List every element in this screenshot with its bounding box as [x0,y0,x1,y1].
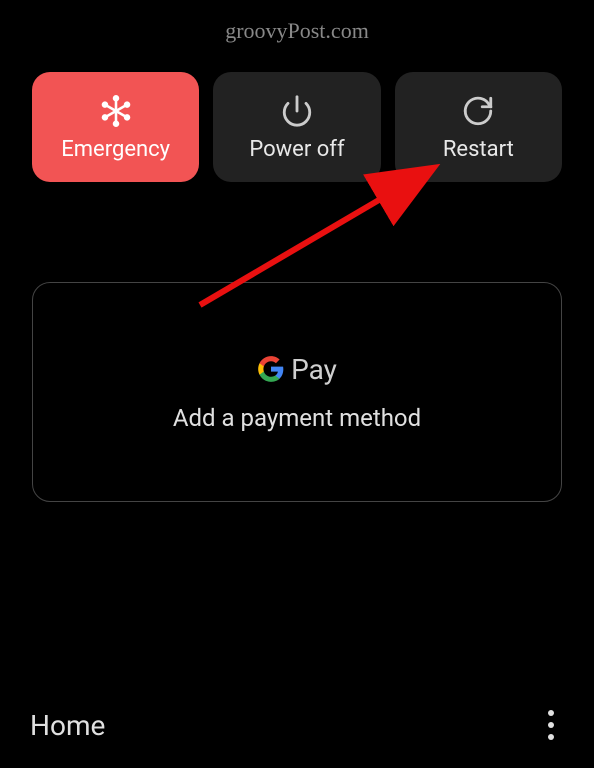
emergency-icon [99,93,133,129]
gpay-brand-text: Pay [291,353,337,386]
gpay-subtitle: Add a payment method [173,404,421,432]
restart-icon [461,93,495,129]
power-icon [280,93,314,129]
emergency-label: Emergency [61,137,170,162]
restart-button[interactable]: Restart [395,72,562,182]
bottom-bar: Home [0,700,594,750]
emergency-button[interactable]: Emergency [32,72,199,182]
watermark-text: groovyPost.com [225,18,369,44]
power-off-label: Power off [249,137,344,162]
gpay-logo: Pay [257,353,337,386]
more-menu-icon[interactable] [538,700,564,750]
restart-label: Restart [443,137,514,162]
power-off-button[interactable]: Power off [213,72,380,182]
home-label[interactable]: Home [30,709,105,742]
google-g-icon [257,355,285,383]
gpay-card[interactable]: Pay Add a payment method [32,282,562,502]
